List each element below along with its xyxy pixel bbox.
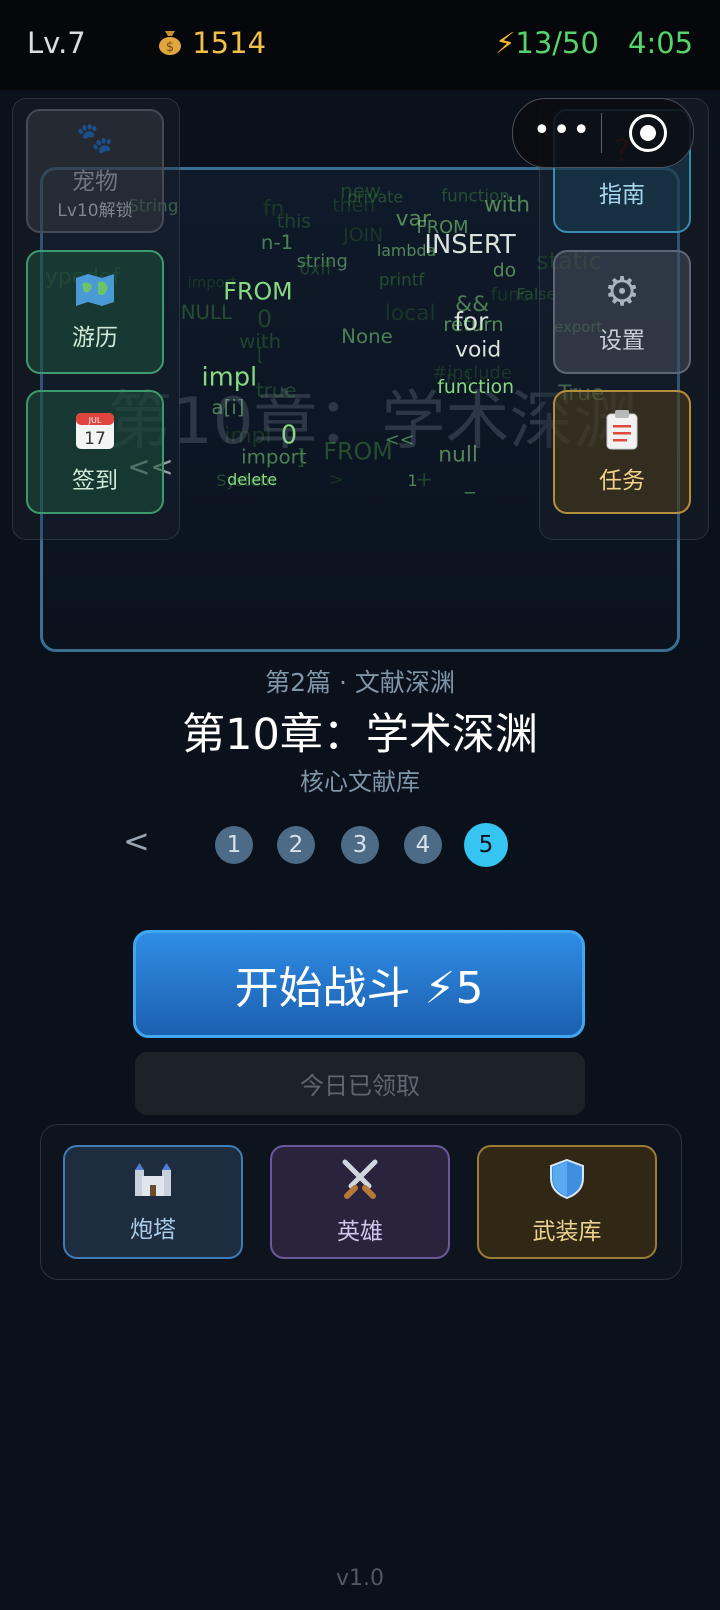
tower-label: 炮塔 bbox=[130, 1217, 176, 1243]
gold-amount: 1514 bbox=[192, 26, 267, 60]
energy-timer: 4:05 bbox=[628, 26, 694, 60]
stage-dot-1[interactable]: 1 bbox=[215, 826, 253, 864]
player-level: Lv.7 bbox=[27, 26, 86, 60]
armory-button[interactable]: 武装库 bbox=[477, 1145, 657, 1259]
code-word: None bbox=[341, 325, 393, 348]
energy-counter: ⚡13/50 bbox=[495, 26, 599, 60]
more-menu-icon[interactable]: ••• bbox=[533, 113, 593, 148]
start-battle-button[interactable]: 开始战斗 ⚡5 bbox=[133, 930, 585, 1038]
settings-button[interactable]: ⚙ 设置 bbox=[553, 250, 691, 374]
stage-dot-5[interactable]: 5 bbox=[464, 823, 508, 867]
travel-label: 游历 bbox=[72, 325, 118, 351]
version-label: v1.0 bbox=[335, 1566, 384, 1591]
crossed-swords-icon bbox=[339, 1158, 381, 1206]
checkin-button[interactable]: JUL 17 签到 bbox=[26, 390, 164, 514]
stage-dot-3[interactable]: 3 bbox=[341, 826, 379, 864]
status-bar: Lv.7 $ 1514 ⚡13/50 4:05 bbox=[0, 0, 720, 90]
code-word: with bbox=[484, 193, 530, 218]
paw-icon: 🐾 bbox=[76, 121, 114, 156]
money-bag-icon: $ bbox=[157, 26, 192, 60]
energy-amount: 13/50 bbox=[515, 26, 599, 60]
stage-name: 核心文献库 bbox=[300, 768, 420, 796]
hero-label: 英雄 bbox=[337, 1219, 383, 1245]
svg-text:$: $ bbox=[166, 40, 174, 55]
stage-dot-2[interactable]: 2 bbox=[277, 826, 315, 864]
tower-button[interactable]: 炮塔 bbox=[63, 1145, 243, 1259]
part-label: 第2篇 · 文献深渊 bbox=[265, 668, 455, 697]
code-word: local bbox=[385, 301, 436, 326]
calendar-icon: JUL 17 bbox=[74, 409, 116, 455]
hero-button[interactable]: 英雄 bbox=[270, 1145, 450, 1259]
code-word: delete bbox=[227, 470, 277, 489]
code-word: NULL bbox=[181, 301, 232, 324]
code-word: _ bbox=[464, 471, 476, 494]
capsule-divider bbox=[601, 113, 602, 153]
code-word: n-1 bbox=[261, 231, 293, 254]
pet-button[interactable]: 🐾 宠物 Lv10解锁 bbox=[26, 109, 164, 233]
code-word: FROM bbox=[223, 277, 292, 305]
pet-lock-note: Lv10解锁 bbox=[57, 201, 133, 221]
daily-claimed-button[interactable]: 今日已领取 bbox=[135, 1052, 585, 1115]
close-target-icon[interactable] bbox=[629, 114, 667, 152]
shield-icon bbox=[548, 1158, 586, 1206]
tasks-button[interactable]: 任务 bbox=[553, 390, 691, 514]
lightning-icon: ⚡ bbox=[495, 26, 516, 60]
code-word: do bbox=[493, 261, 516, 282]
code-word: lambda bbox=[377, 241, 436, 260]
code-word: private bbox=[347, 188, 403, 207]
checkin-label: 签到 bbox=[72, 468, 118, 494]
settings-label: 设置 bbox=[599, 328, 645, 354]
code-word: + bbox=[415, 467, 432, 491]
chapter-title: 第10章：学术深渊 bbox=[182, 710, 538, 760]
code-word: INSERT bbox=[424, 230, 515, 260]
code-word: [ bbox=[257, 345, 264, 366]
code-word: printf bbox=[379, 270, 426, 290]
svg-text:JUL: JUL bbox=[88, 416, 102, 425]
stage-dot-4[interactable]: 4 bbox=[404, 826, 442, 864]
bottom-nav: 炮塔 英雄 武装库 bbox=[40, 1124, 682, 1280]
code-word: return bbox=[443, 313, 504, 336]
world-map-icon bbox=[74, 272, 116, 312]
armory-label: 武装库 bbox=[532, 1219, 602, 1245]
pet-label: 宠物 bbox=[72, 169, 118, 195]
code-word: 0xff bbox=[300, 259, 333, 279]
code-word: this bbox=[277, 211, 311, 232]
prev-chapter-button[interactable]: < bbox=[123, 822, 150, 860]
gear-icon: ⚙ bbox=[604, 269, 640, 315]
code-word: > bbox=[329, 469, 343, 489]
travel-button[interactable]: 游历 bbox=[26, 250, 164, 374]
svg-text:17: 17 bbox=[84, 429, 106, 449]
miniprogram-capsule: ••• bbox=[512, 98, 694, 168]
castle-icon bbox=[132, 1160, 174, 1204]
gold-counter: $ 1514 bbox=[157, 26, 266, 60]
clipboard-icon bbox=[604, 409, 640, 455]
guide-label: 指南 bbox=[599, 181, 645, 208]
tasks-label: 任务 bbox=[599, 468, 645, 494]
code-word: void bbox=[455, 338, 501, 363]
code-word: 1 bbox=[408, 471, 418, 490]
